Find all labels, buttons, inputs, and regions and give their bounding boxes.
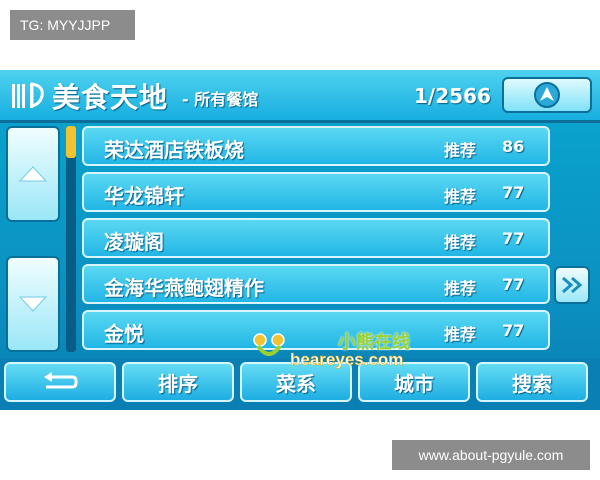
back-button[interactable] [4,362,116,402]
restaurant-name: 金悦 [104,322,144,346]
recommend-tag: 推荐 [444,187,477,206]
triangle-up-icon [18,166,48,182]
scrollbar-track[interactable] [66,126,76,352]
rating-score: 77 [502,183,525,202]
scroll-down-button[interactable] [6,256,60,352]
scrollbar-thumb[interactable] [66,126,76,158]
scroll-up-button[interactable] [6,126,60,222]
fork-knife-icon [12,82,44,108]
recommend-tag: 推荐 [444,279,477,298]
page-counter: 1/2566 [414,84,491,108]
restaurant-name: 华龙锦轩 [104,184,184,208]
rating-score: 77 [502,321,525,340]
recommend-tag: 推荐 [444,325,477,344]
rating-score: 77 [502,275,525,294]
navigate-button[interactable] [502,77,592,113]
bottom-toolbar: 排序 菜系 城市 搜索 [0,358,600,410]
restaurant-name: 荣达酒店铁板烧 [104,138,244,162]
list-item[interactable]: 凌璇阁 推荐 77 [82,218,550,258]
city-button[interactable]: 城市 [358,362,470,402]
watermark-tag: TG: MYYJJPP [10,10,135,40]
list-item[interactable]: 金悦 推荐 77 [82,310,550,350]
nav-screen: 美食天地 - 所有餐馆 1/2566 荣达酒店铁板烧 推荐 86 华龙锦轩 推荐… [0,70,600,410]
header-bar: 美食天地 - 所有餐馆 1/2566 [0,70,600,123]
restaurant-name: 金海华燕鲍翅精作 [104,276,264,300]
recommend-tag: 推荐 [444,141,477,160]
list-item[interactable]: 荣达酒店铁板烧 推荐 86 [82,126,550,166]
app-title: 美食天地 [52,81,169,114]
rating-score: 77 [502,229,525,248]
restaurant-name: 凌璇阁 [104,230,164,254]
rating-score: 86 [502,137,525,156]
back-arrow-icon [44,372,78,389]
triangle-down-icon [18,296,48,312]
list-item[interactable]: 金海华燕鲍翅精作 推荐 77 [82,264,550,304]
cuisine-button[interactable]: 菜系 [240,362,352,402]
watermark-url: www.about-pgyule.com [392,440,590,470]
search-button[interactable]: 搜索 [476,362,588,402]
app-subtitle: - 所有餐馆 [182,90,259,109]
navigation-arrow-icon [534,82,560,108]
sort-button[interactable]: 排序 [122,362,234,402]
double-chevron-right-icon [562,276,583,294]
more-button[interactable] [554,266,590,304]
recommend-tag: 推荐 [444,233,477,252]
list-item[interactable]: 华龙锦轩 推荐 77 [82,172,550,212]
